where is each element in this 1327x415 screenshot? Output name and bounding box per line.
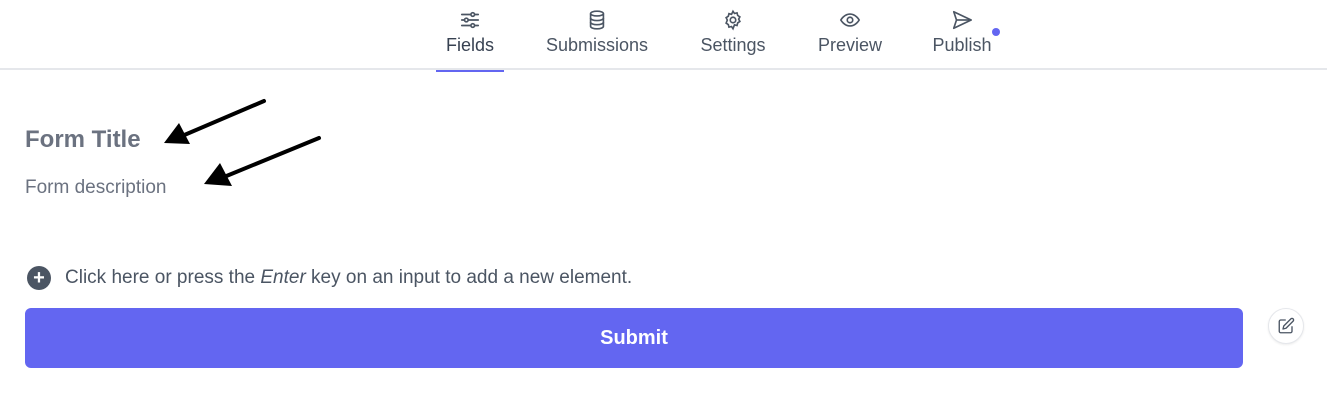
tab-fields[interactable]: Fields	[436, 0, 504, 72]
tab-submissions-label: Submissions	[545, 35, 649, 55]
database-icon	[589, 10, 605, 30]
sliders-icon	[460, 11, 480, 29]
plus-circle-icon[interactable]: +	[27, 266, 51, 290]
tab-preview-label: Preview	[817, 35, 883, 55]
gear-icon	[725, 9, 741, 31]
tab-publish-label: Publish	[932, 35, 992, 55]
add-element-row[interactable]: + Click here or press the Enter key on a…	[27, 266, 632, 290]
add-hint-prefix: Click here or press the	[65, 267, 261, 288]
edit-icon	[1278, 317, 1295, 334]
tab-preview[interactable]: Preview	[815, 0, 885, 70]
form-title[interactable]: Form Title	[25, 126, 141, 154]
edit-submit-button[interactable]	[1268, 308, 1304, 344]
add-element-hint: Click here or press the Enter key on an …	[65, 267, 632, 289]
form-description[interactable]: Form description	[25, 177, 167, 199]
arrow-annotation-description	[204, 136, 321, 186]
notification-dot	[992, 28, 1000, 36]
add-hint-suffix: key on an input to add a new element.	[305, 267, 633, 288]
tab-fields-label: Fields	[445, 35, 494, 55]
send-icon	[952, 10, 972, 30]
tab-submissions[interactable]: Submissions	[544, 0, 650, 70]
submit-button[interactable]: Submit	[25, 308, 1243, 368]
eye-icon	[839, 13, 861, 27]
tab-settings-label: Settings	[700, 35, 766, 55]
add-hint-key: Enter	[260, 267, 306, 288]
tab-settings[interactable]: Settings	[697, 0, 769, 70]
tab-publish[interactable]: Publish	[930, 0, 994, 70]
top-navigation: Fields Submissions Settings Preview Publ…	[0, 0, 1327, 72]
